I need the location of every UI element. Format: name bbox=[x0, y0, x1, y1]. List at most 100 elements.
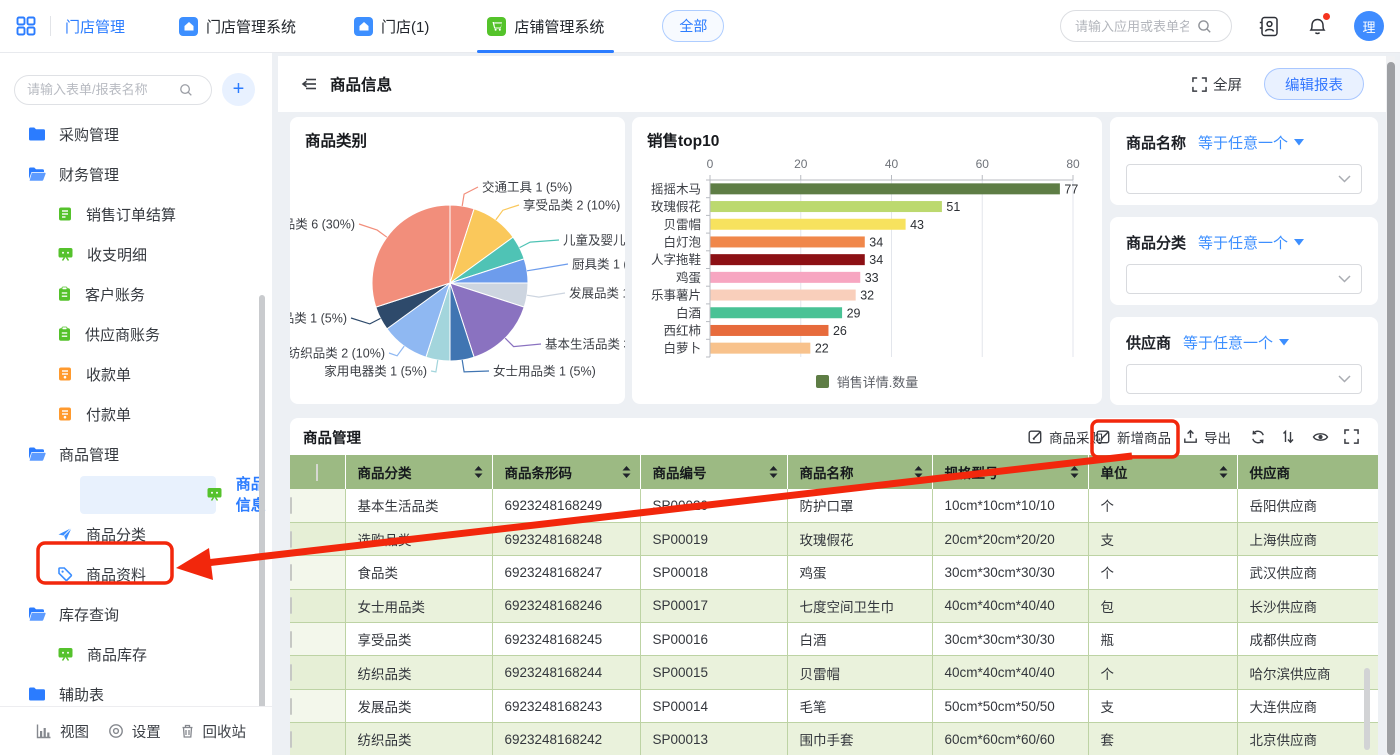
bar-chart-legend[interactable]: 销售详情.数量 bbox=[632, 372, 1102, 391]
bar-乐事薯片[interactable] bbox=[711, 290, 856, 301]
sidebar-item-采购管理[interactable]: 采购管理 bbox=[0, 114, 272, 154]
sort-arrows-icon[interactable] bbox=[1219, 466, 1228, 479]
filter-operator-dropdown[interactable]: 等于任意一个 bbox=[1198, 232, 1304, 253]
notifications-bell-icon[interactable] bbox=[1307, 15, 1328, 37]
tab-store-mgmt-system[interactable]: 门店管理系统 bbox=[167, 0, 308, 53]
edit-report-button[interactable]: 编辑报表 bbox=[1264, 68, 1364, 100]
global-search[interactable] bbox=[1060, 10, 1232, 42]
filter-value-select[interactable] bbox=[1126, 164, 1362, 194]
export-button[interactable]: 导出 bbox=[1183, 418, 1231, 455]
purchase-product-button[interactable]: 商品采购 bbox=[1028, 418, 1103, 455]
app-directory-icon[interactable] bbox=[1258, 15, 1281, 38]
settings-button[interactable]: 设置 bbox=[108, 721, 161, 742]
sidebar-item-付款单[interactable]: 付款单 bbox=[0, 394, 272, 434]
fullscreen-icon bbox=[1192, 77, 1207, 92]
row-checkbox[interactable] bbox=[290, 731, 292, 748]
workspace-link[interactable]: 门店管理 bbox=[65, 16, 125, 37]
sort-arrows-icon[interactable] bbox=[622, 466, 631, 479]
all-apps-pill[interactable]: 全部 bbox=[662, 10, 724, 42]
page-scrollbar-thumb[interactable] bbox=[1387, 62, 1395, 755]
filter-value-select[interactable] bbox=[1126, 264, 1362, 294]
add-form-button[interactable]: + bbox=[222, 73, 255, 106]
sidebar-item-供应商账务[interactable]: 供应商账务 bbox=[0, 314, 272, 354]
sort-arrows-icon[interactable] bbox=[769, 466, 778, 479]
column-header-label: 商品条形码 bbox=[505, 466, 573, 481]
sidebar-search-input[interactable] bbox=[25, 81, 175, 98]
receipt-orange-icon bbox=[57, 366, 73, 382]
collapse-sidebar-icon[interactable] bbox=[300, 75, 318, 93]
filter-operator-dropdown[interactable]: 等于任意一个 bbox=[1198, 132, 1304, 153]
sidebar-item-商品资料[interactable]: 商品资料 bbox=[0, 554, 272, 594]
visibility-eye-icon[interactable] bbox=[1312, 418, 1329, 455]
filter-value-select[interactable] bbox=[1126, 364, 1362, 394]
edit-square-icon bbox=[1096, 429, 1111, 444]
sidebar-item-label: 财务管理 bbox=[59, 164, 119, 185]
bar-白酒[interactable] bbox=[711, 307, 843, 318]
views-button[interactable]: 视图 bbox=[36, 721, 89, 742]
add-product-button[interactable]: 新增商品 bbox=[1096, 418, 1171, 455]
recycle-bin-button[interactable]: 回收站 bbox=[180, 721, 247, 742]
sidebar-item-商品管理[interactable]: 商品管理 bbox=[0, 434, 272, 474]
sidebar-search[interactable] bbox=[14, 75, 212, 105]
sidebar-scrollbar[interactable] bbox=[259, 295, 265, 753]
app-grid-icon[interactable] bbox=[16, 16, 36, 36]
bar-摇摇木马[interactable] bbox=[711, 183, 1060, 194]
column-header-供应商[interactable]: 供应商 bbox=[1237, 455, 1378, 489]
fullscreen-button[interactable]: 全屏 bbox=[1192, 74, 1242, 95]
tab-shop-mgmt-system-active[interactable]: 店铺管理系统 bbox=[475, 0, 616, 53]
bar-白萝卜[interactable] bbox=[711, 343, 811, 354]
row-checkbox[interactable] bbox=[290, 497, 292, 514]
column-header-规格型号[interactable]: 规格型号 bbox=[932, 455, 1088, 489]
sidebar-item-label: 供应商账务 bbox=[85, 324, 160, 345]
sidebar-item-收款单[interactable]: 收款单 bbox=[0, 354, 272, 394]
pie-slice-label: 发展品类 1 (5%) bbox=[569, 286, 625, 301]
row-checkbox[interactable] bbox=[290, 531, 292, 548]
export-label: 导出 bbox=[1204, 427, 1231, 447]
filter-operator-dropdown[interactable]: 等于任意一个 bbox=[1183, 332, 1289, 353]
column-header-商品名称[interactable]: 商品名称 bbox=[787, 455, 932, 489]
bar-鸡蛋[interactable] bbox=[711, 272, 861, 283]
global-search-input[interactable] bbox=[1073, 18, 1191, 35]
column-header-单位[interactable]: 单位 bbox=[1088, 455, 1237, 489]
sidebar-item-财务管理[interactable]: 财务管理 bbox=[0, 154, 272, 194]
edit-square-icon bbox=[1028, 429, 1043, 444]
sidebar-item-收支明细[interactable]: 收支明细 bbox=[0, 234, 272, 274]
pie-slice-label: 女士用品类 1 (5%) bbox=[493, 364, 596, 379]
row-checkbox[interactable] bbox=[290, 698, 292, 715]
column-header-商品条形码[interactable]: 商品条形码 bbox=[492, 455, 640, 489]
send-blue-icon bbox=[57, 526, 73, 542]
column-header-商品编号[interactable]: 商品编号 bbox=[640, 455, 787, 489]
sidebar-item-商品信息[interactable]: 商品信息 bbox=[0, 474, 272, 514]
table-cell: 基本生活品类 bbox=[345, 489, 492, 522]
table-row: 发展品类6923248168243SP00014毛笔50cm*50cm*50/5… bbox=[290, 689, 1378, 722]
sort-arrows-icon[interactable] bbox=[914, 466, 923, 479]
sort-arrows-icon[interactable] bbox=[1070, 466, 1079, 479]
sidebar-item-销售订单结算[interactable]: 销售订单结算 bbox=[0, 194, 272, 234]
table-cell: 上海供应商 bbox=[1237, 522, 1378, 555]
bar-西红柿[interactable] bbox=[711, 325, 829, 336]
bar-玫瑰假花[interactable] bbox=[711, 201, 942, 212]
avatar[interactable]: 理 bbox=[1354, 11, 1384, 41]
purchase-product-label: 商品采购 bbox=[1049, 427, 1103, 447]
bar-白灯泡[interactable] bbox=[711, 236, 865, 247]
refresh-icon[interactable] bbox=[1250, 418, 1266, 455]
row-checkbox[interactable] bbox=[290, 664, 292, 681]
tab-store-1[interactable]: 门店(1) bbox=[342, 0, 441, 53]
sidebar-item-库存查询[interactable]: 库存查询 bbox=[0, 594, 272, 634]
sidebar-item-商品分类[interactable]: 商品分类 bbox=[0, 514, 272, 554]
row-checkbox[interactable] bbox=[290, 597, 292, 614]
row-checkbox[interactable] bbox=[290, 564, 292, 581]
select-all-checkbox[interactable] bbox=[316, 464, 318, 481]
bar-chart: 020406080摇摇木马77玫瑰假花51贝雷帽43白灯泡34人字拖鞋34鸡蛋3… bbox=[632, 117, 1102, 404]
sort-arrows-icon[interactable] bbox=[474, 466, 483, 479]
bar-贝雷帽[interactable] bbox=[711, 219, 906, 230]
table-scrollbar[interactable] bbox=[1364, 668, 1370, 750]
sidebar-item-客户账务[interactable]: 客户账务 bbox=[0, 274, 272, 314]
sidebar-item-商品库存[interactable]: 商品库存 bbox=[0, 634, 272, 674]
table-fullscreen-icon[interactable] bbox=[1344, 418, 1359, 455]
sort-icon[interactable] bbox=[1280, 418, 1296, 455]
bar-人字拖鞋[interactable] bbox=[711, 254, 865, 265]
row-checkbox[interactable] bbox=[290, 631, 292, 648]
column-header-商品分类[interactable]: 商品分类 bbox=[345, 455, 492, 489]
page-title: 商品信息 bbox=[330, 73, 392, 95]
